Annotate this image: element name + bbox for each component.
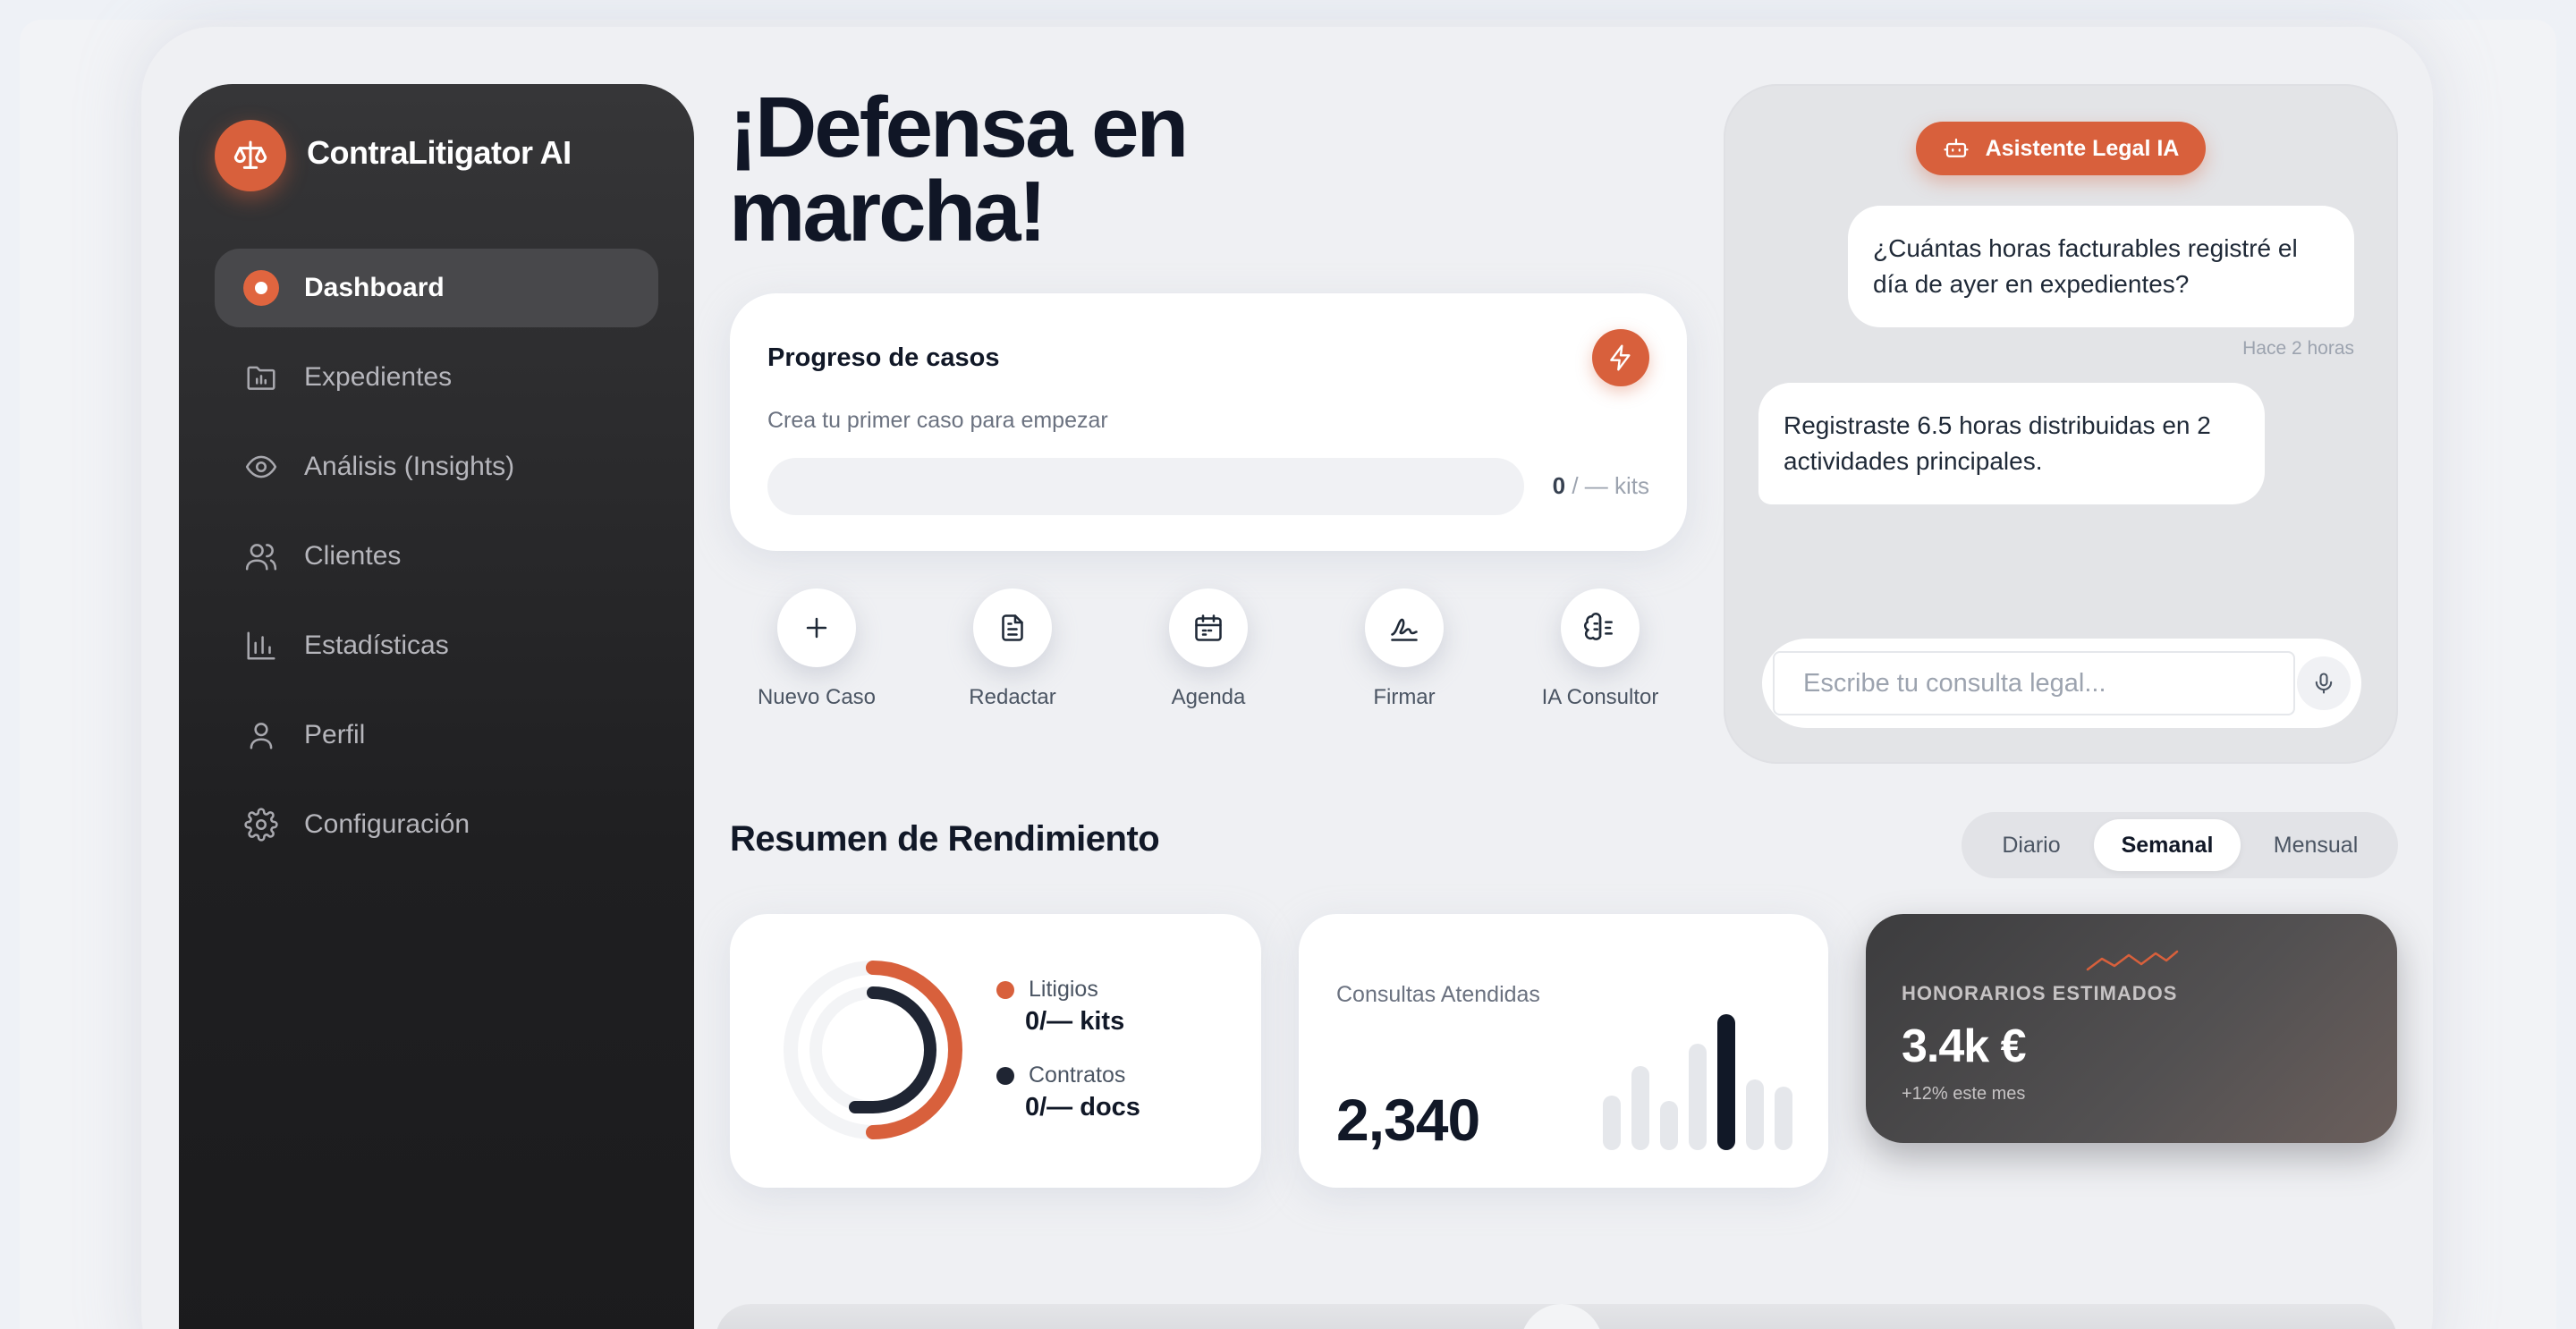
progress-count-value: 0 [1552,472,1566,499]
calendar-icon[interactable] [1169,588,1248,667]
signature-icon[interactable] [1365,588,1444,667]
sidebar-item-dashboard[interactable]: Dashboard [215,249,658,327]
assistant-badge[interactable]: Asistente Legal IA [1916,122,2206,175]
tab-diario[interactable]: Diario [1969,819,2094,871]
sidebar-item-label: Estadísticas [304,631,449,660]
legend-label: Litigios [1029,977,1098,1002]
legend-label: Contratos [1029,1062,1126,1088]
sidebar-item-expedientes[interactable]: Expedientes [215,338,658,417]
users-icon [243,538,279,574]
bar-chart-icon [243,628,279,664]
microphone-icon [2315,673,2333,694]
action-label: IA Consultor [1541,685,1659,709]
page-title-line2: marcha! [729,164,1047,259]
chat-input[interactable] [1773,651,2295,715]
assistant-badge-label: Asistente Legal IA [1985,135,2180,161]
chat-message-assistant: Registraste 6.5 horas distribuidas en 2 … [1758,383,2265,504]
document-icon[interactable] [973,588,1052,667]
legend-litigios: Litigios [996,977,1098,1003]
sparkline-icon [2086,950,2179,971]
donut-ring-contratos [849,986,936,1113]
user-icon [243,717,279,753]
legend-value-litigios: 0/— kits [1025,1007,1125,1036]
sidebar-item-label: Expedientes [304,362,453,392]
consultas-bar [1689,1044,1707,1150]
honorarios-label: HONORARIOS ESTIMADOS [1902,982,2178,1004]
bolt-icon [1610,344,1631,371]
consultas-card: Consultas Atendidas 2,340 [1299,914,1828,1188]
sidebar-item-estadisticas[interactable]: Estadísticas [215,606,658,685]
progress-subtitle: Crea tu primer caso para empezar [767,408,1108,433]
sidebar-item-label: Clientes [304,541,402,571]
chat-timestamp: Hace 2 horas [2242,338,2354,359]
action-label: Nuevo Caso [757,685,877,709]
consultas-bar [1717,1014,1735,1150]
scale-icon [233,140,267,169]
tab-mensual[interactable]: Mensual [2241,819,2391,871]
sidebar-item-configuracion[interactable]: Configuración [215,785,658,864]
page-title-line1: ¡Defensa en [729,80,1189,175]
sidebar-item-label: Perfil [304,720,366,749]
progress-bar [767,458,1524,515]
app-name: ContraLitigator AI [307,134,572,171]
legend-contratos: Contratos [996,1062,1125,1088]
progress-card: Progreso de casos Crea tu primer caso pa… [730,293,1687,551]
sidebar-item-label: Dashboard [304,273,445,302]
consultas-bar [1746,1079,1764,1150]
action-firmar[interactable]: Firmar [1315,588,1494,710]
action-agenda[interactable]: Agenda [1119,588,1298,710]
folder-chart-icon [243,360,279,395]
eye-icon [243,449,279,485]
consultas-bar [1603,1096,1621,1150]
consultas-bar [1660,1101,1678,1150]
quick-boost-button[interactable] [1592,329,1649,386]
section-title: Resumen de Rendimiento [730,819,1160,859]
action-label: Redactar [969,685,1056,709]
sidebar-item-clientes[interactable]: Clientes [215,517,658,596]
chat-input-container [1762,639,2361,728]
consultas-bar [1631,1066,1649,1150]
robot-icon [1944,138,1969,157]
gear-icon [243,807,279,842]
consultas-label: Consultas Atendidas [1336,982,1540,1007]
sidebar-item-label: Configuración [304,809,470,839]
sidebar-item-label: Análisis (Insights) [304,452,515,481]
progress-count: 0 / — kits [1553,472,1649,500]
honorarios-card: HONORARIOS ESTIMADOS 3.4k € +12% este me… [1866,914,2397,1143]
progress-title: Progreso de casos [767,343,1000,372]
page-title: ¡Defensa en marcha! [729,80,1189,259]
consultas-value: 2,340 [1336,1087,1480,1153]
consultas-bar [1775,1087,1792,1150]
action-redactar[interactable]: Redactar [923,588,1102,710]
legend-dot-icon [996,980,1014,999]
sidebar-item-analisis[interactable]: Análisis (Insights) [215,427,658,506]
legend-value-contratos: 0/— docs [1025,1093,1140,1122]
logo[interactable] [215,120,286,191]
action-ia-consultor[interactable]: IA Consultor [1511,588,1690,710]
distribution-card: Litigios 0/— kits Contratos 0/— docs [730,914,1261,1188]
action-label: Firmar [1373,685,1436,709]
plus-icon[interactable] [777,588,856,667]
microphone-button[interactable] [2297,656,2351,710]
donut-chart [784,961,962,1139]
honorarios-value: 3.4k € [1902,1020,2027,1072]
tab-semanal[interactable]: Semanal [2094,819,2241,871]
consultas-bar-chart [1603,1014,1792,1150]
brain-icon[interactable] [1561,588,1640,667]
sidebar-item-perfil[interactable]: Perfil [215,696,658,775]
honorarios-change: +12% este mes [1902,1084,2026,1104]
progress-count-total: / — kits [1565,472,1649,499]
legend-dot-icon [996,1066,1014,1085]
action-label: Agenda [1171,685,1246,709]
active-dot-icon [243,270,279,306]
chat-message-user: ¿Cuántas horas facturables registré el d… [1848,206,2354,327]
period-toggle: Diario Semanal Mensual [1962,812,2398,878]
action-nuevo-caso[interactable]: Nuevo Caso [727,588,906,710]
